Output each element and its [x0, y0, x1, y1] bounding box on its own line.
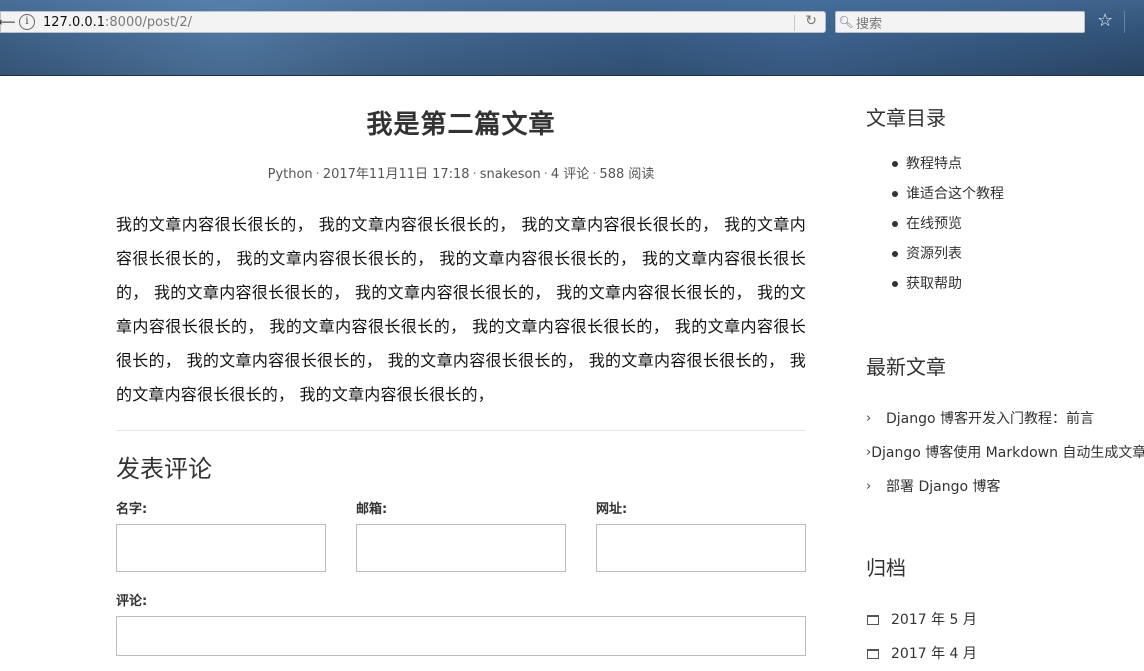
post-comments-count[interactable]: 4 评论: [551, 167, 589, 182]
meta-separator: ·: [592, 167, 597, 182]
meta-separator: ·: [543, 167, 548, 182]
comment-textarea[interactable]: [116, 616, 806, 656]
archive-label: 2017 年 5 月: [891, 612, 977, 628]
url-path: :8000/post/2/: [105, 14, 192, 30]
search-icon: 🔍︎: [838, 15, 854, 29]
toc-item[interactable]: 资源列表: [892, 239, 1144, 269]
email-field-group: 邮箱:: [356, 498, 566, 572]
archive-link[interactable]: 2017 年 5 月: [866, 603, 1144, 637]
recent-posts-list: › Django 博客开发入门教程：前言 › Django 博客使用 Markdow…: [866, 402, 1144, 504]
url-field-group: 网址:: [596, 498, 806, 572]
recent-posts-title: 最新文章: [866, 355, 946, 379]
recent-post-link[interactable]: › Django 博客开发入门教程：前言: [866, 402, 1144, 436]
meta-separator: ·: [472, 167, 477, 182]
info-icon[interactable]: i: [19, 14, 35, 30]
meta-separator: ·: [315, 167, 320, 182]
toc-item-label: 资源列表: [906, 246, 962, 262]
toc-title: 文章目录: [866, 106, 946, 130]
bullet-icon: [892, 161, 898, 167]
recent-post-label: Django 博客开发入门教程：前言: [886, 411, 1095, 427]
comment-form-row: 名字: 邮箱: 网址:: [116, 498, 806, 572]
bullet-icon: [892, 221, 898, 227]
reload-icon[interactable]: ↻: [805, 13, 817, 29]
post-date[interactable]: 2017年11月11日 17:18: [323, 167, 470, 182]
toc-item[interactable]: 谁适合这个教程: [892, 179, 1144, 209]
comment-section-title: 发表评论: [116, 455, 212, 483]
toc-item-label: 获取帮助: [906, 276, 962, 292]
toc-item-label: 谁适合这个教程: [906, 186, 1004, 202]
post-views-count: 588 阅读: [599, 167, 655, 182]
section-divider: [116, 430, 806, 431]
toc-item[interactable]: 在线预览: [892, 209, 1144, 239]
toc-item[interactable]: 获取帮助: [892, 269, 1144, 299]
archive-label: 2017 年 4 月: [891, 646, 977, 662]
toc-item[interactable]: 教程特点: [892, 149, 1144, 179]
email-label: 邮箱:: [356, 502, 388, 517]
comment-field-group: 评论:: [116, 590, 806, 656]
recent-post-label: Django 博客使用 Markdown 自动生成文章: [871, 445, 1144, 461]
toc-item-label: 在线预览: [906, 216, 962, 232]
sidebar: 文章目录 教程特点 谁适合这个教程 在线预览 资源列表 获取帮助 最新文章 › D…: [866, 76, 1144, 671]
post-meta: Python · 2017年11月11日 17:18 · snakeson · 4 评论 · 5…: [116, 163, 806, 182]
name-label: 名字:: [116, 502, 148, 517]
browser-search-input[interactable]: 🔍︎ 搜索: [835, 11, 1085, 33]
post-title: 我是第二篇文章: [366, 110, 556, 140]
reload-separator: [794, 15, 795, 31]
back-icon[interactable]: ⟵: [0, 11, 16, 33]
name-field-group: 名字:: [116, 498, 326, 572]
calendar-icon: [867, 615, 879, 625]
toc-item-label: 教程特点: [906, 156, 962, 172]
address-bar[interactable]: ⟵ i 127.0.0.1:8000/post/2/ ↻: [0, 11, 826, 33]
search-placeholder: 搜索: [856, 16, 883, 32]
toc-list: 教程特点 谁适合这个教程 在线预览 资源列表 获取帮助: [892, 149, 1144, 299]
bullet-icon: [892, 281, 898, 287]
url-label: 网址:: [596, 502, 628, 517]
bullet-icon: [892, 191, 898, 197]
email-input[interactable]: [356, 524, 566, 572]
archive-link[interactable]: 2017 年 4 月: [866, 637, 1144, 671]
browser-toolbar: ⟵ i 127.0.0.1:8000/post/2/ ↻ 🔍︎ 搜索 ☆: [0, 0, 1144, 76]
url-input[interactable]: [596, 524, 806, 572]
recent-post-link[interactable]: › Django 博客使用 Markdown 自动生成文章: [866, 436, 1144, 470]
calendar-icon: [867, 649, 879, 659]
post-category[interactable]: Python: [268, 167, 313, 182]
recent-post-link[interactable]: › 部署 Django 博客: [866, 470, 1144, 504]
archive-list: 2017 年 5 月 2017 年 4 月: [866, 603, 1144, 671]
post-author[interactable]: snakeson: [480, 167, 541, 182]
url-host: 127.0.0.1: [43, 14, 106, 30]
comment-label: 评论:: [116, 594, 148, 609]
bookmark-star-icon[interactable]: ☆: [1097, 10, 1113, 31]
toolbar-edge: [1124, 11, 1144, 33]
recent-post-label: 部署 Django 博客: [886, 479, 1001, 495]
chevron-right-icon: ›: [866, 411, 872, 426]
bullet-icon: [892, 251, 898, 257]
chevron-right-icon: ›: [866, 479, 872, 494]
article-main: 我是第二篇文章 Python · 2017年11月11日 17:18 · snakeso…: [116, 76, 806, 656]
name-input[interactable]: [116, 524, 326, 572]
post-body: 我的文章内容很长很长的， 我的文章内容很长很长的， 我的文章内容很长很长的， 我…: [116, 215, 806, 404]
archive-title: 归档: [866, 556, 906, 580]
